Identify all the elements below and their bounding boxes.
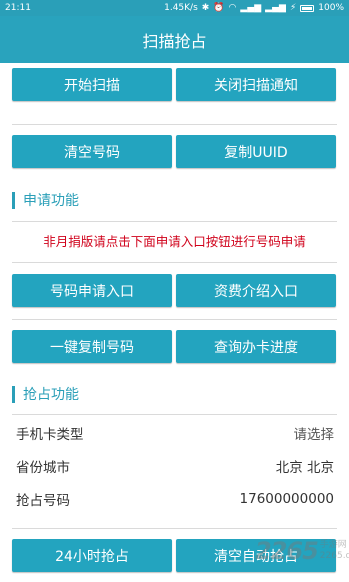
apply-notice: 非月捐版请点击下面申请入口按钮进行号码申请 [43, 234, 306, 249]
grab-number-row[interactable]: 抢占号码 17600000000 [16, 488, 334, 510]
divider [12, 221, 337, 222]
divider [12, 124, 337, 125]
divider [12, 262, 337, 263]
watermark-logo: 2265 手游网 2265.com [255, 528, 349, 574]
divider [12, 414, 337, 415]
apply-entry-button[interactable]: 号码申请入口 [12, 274, 172, 307]
apply-section-title: 申请功能 [23, 193, 79, 209]
battery-level: 100% [318, 3, 344, 13]
watermark-subtext: 手游网 2265.com [320, 540, 349, 562]
card-type-label: 手机卡类型 [16, 427, 84, 443]
copy-uuid-button[interactable]: 复制UUID [176, 135, 336, 168]
divider [12, 319, 337, 320]
grab-section-header: 抢占功能 [12, 384, 79, 404]
copy-number-button[interactable]: 一键复制号码 [12, 330, 172, 363]
status-time: 21:11 [5, 3, 31, 13]
start-scan-button[interactable]: 开始扫描 [12, 68, 172, 101]
card-type-select[interactable]: 请选择 [294, 423, 335, 443]
close-scan-notify-button[interactable]: 关闭扫描通知 [176, 68, 336, 101]
network-speed: 1.45K/s [164, 3, 198, 13]
title-bar: 扫描抢占 [0, 16, 349, 63]
grab-number-label: 抢占号码 [16, 493, 70, 509]
signal-icon: ▂▄▆ [240, 3, 262, 13]
watermark-small-top: 手游网 [319, 540, 347, 550]
query-progress-button[interactable]: 查询办卡进度 [176, 330, 336, 363]
section-marker [12, 191, 15, 209]
battery-icon [300, 4, 315, 12]
status-bar: 21:11 1.45K/s ✱ ⏰ ◠ ▂▄▆ ▂▄▆ ⚡ 100% [0, 0, 349, 16]
page-title: 扫描抢占 [142, 31, 207, 51]
charging-icon: ⚡ [289, 3, 297, 13]
bluetooth-icon: ✱ [201, 3, 210, 13]
watermark-text: 2265 [255, 537, 319, 565]
province-city-row[interactable]: 省份城市 北京 北京 [16, 455, 334, 477]
clear-number-button[interactable]: 清空号码 [12, 135, 172, 168]
section-marker [12, 385, 15, 403]
alarm-icon: ⏰ [213, 3, 225, 13]
province-city-value[interactable]: 北京 北京 [276, 456, 334, 476]
grab-24h-button[interactable]: 24小时抢占 [12, 539, 172, 572]
grab-section-title: 抢占功能 [23, 387, 79, 403]
apply-section-header: 申请功能 [12, 190, 79, 210]
status-icons: 1.45K/s ✱ ⏰ ◠ ▂▄▆ ▂▄▆ ⚡ 100% [164, 3, 344, 13]
signal-icon-2: ▂▄▆ [265, 3, 286, 13]
fee-intro-button[interactable]: 资费介绍入口 [176, 274, 336, 307]
province-city-label: 省份城市 [16, 460, 70, 476]
watermark-small-bottom: 2265.com [319, 551, 349, 561]
wifi-icon: ◠ [228, 3, 237, 13]
grab-number-field[interactable]: 17600000000 [240, 491, 334, 507]
card-type-row[interactable]: 手机卡类型 请选择 [16, 422, 334, 444]
